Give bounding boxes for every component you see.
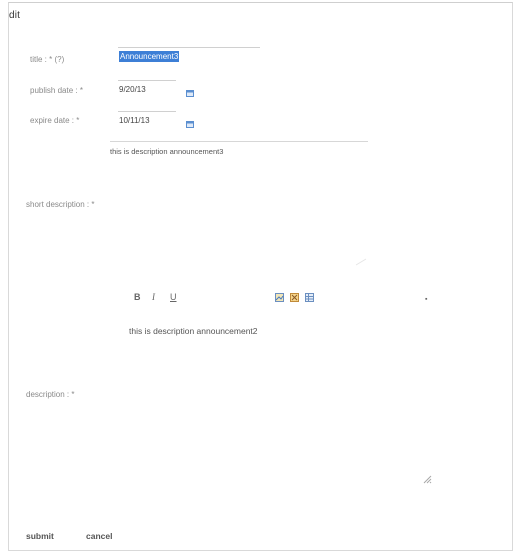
short-description-value: this is description announcement3: [110, 147, 224, 156]
short-description-textarea[interactable]: this is description announcement3: [110, 141, 368, 156]
title-label: title : * (?): [30, 55, 65, 64]
faint-mark: [355, 258, 367, 266]
title-input-value: Announcement3: [119, 51, 180, 62]
cancel-button[interactable]: cancel: [86, 531, 112, 541]
italic-button[interactable]: I: [152, 292, 155, 302]
publish-date-input[interactable]: 9/20/13: [118, 80, 176, 96]
submit-button[interactable]: submit: [26, 531, 54, 541]
panel-title: dit: [9, 10, 21, 21]
calendar-icon[interactable]: [186, 120, 194, 128]
publish-date-value: 9/20/13: [119, 85, 146, 94]
expire-date-input[interactable]: 10/11/13: [118, 111, 176, 127]
toolbar-dropdown-icon[interactable]: ▪: [425, 296, 427, 303]
publish-date-label: publish date : *: [30, 86, 83, 95]
insert-image-icon[interactable]: [275, 293, 284, 302]
editor-toolbar: B I U ▪: [120, 292, 440, 306]
insert-file-icon[interactable]: [290, 293, 299, 302]
short-description-label: short description : *: [26, 200, 95, 209]
description-editor-content: this is description announcement2: [129, 326, 258, 336]
underline-button[interactable]: U: [170, 292, 177, 302]
calendar-icon[interactable]: [186, 89, 194, 97]
insert-table-icon[interactable]: [305, 293, 314, 302]
bold-button[interactable]: B: [134, 292, 141, 302]
expire-date-value: 10/11/13: [119, 116, 150, 125]
edit-panel: dit: [8, 2, 513, 551]
expire-date-label: expire date : *: [30, 116, 80, 125]
description-label: description : *: [26, 390, 75, 399]
description-editor[interactable]: this is description announcement2: [129, 326, 258, 336]
resize-handle-icon[interactable]: [422, 474, 432, 484]
title-input[interactable]: Announcement3: [118, 47, 260, 63]
